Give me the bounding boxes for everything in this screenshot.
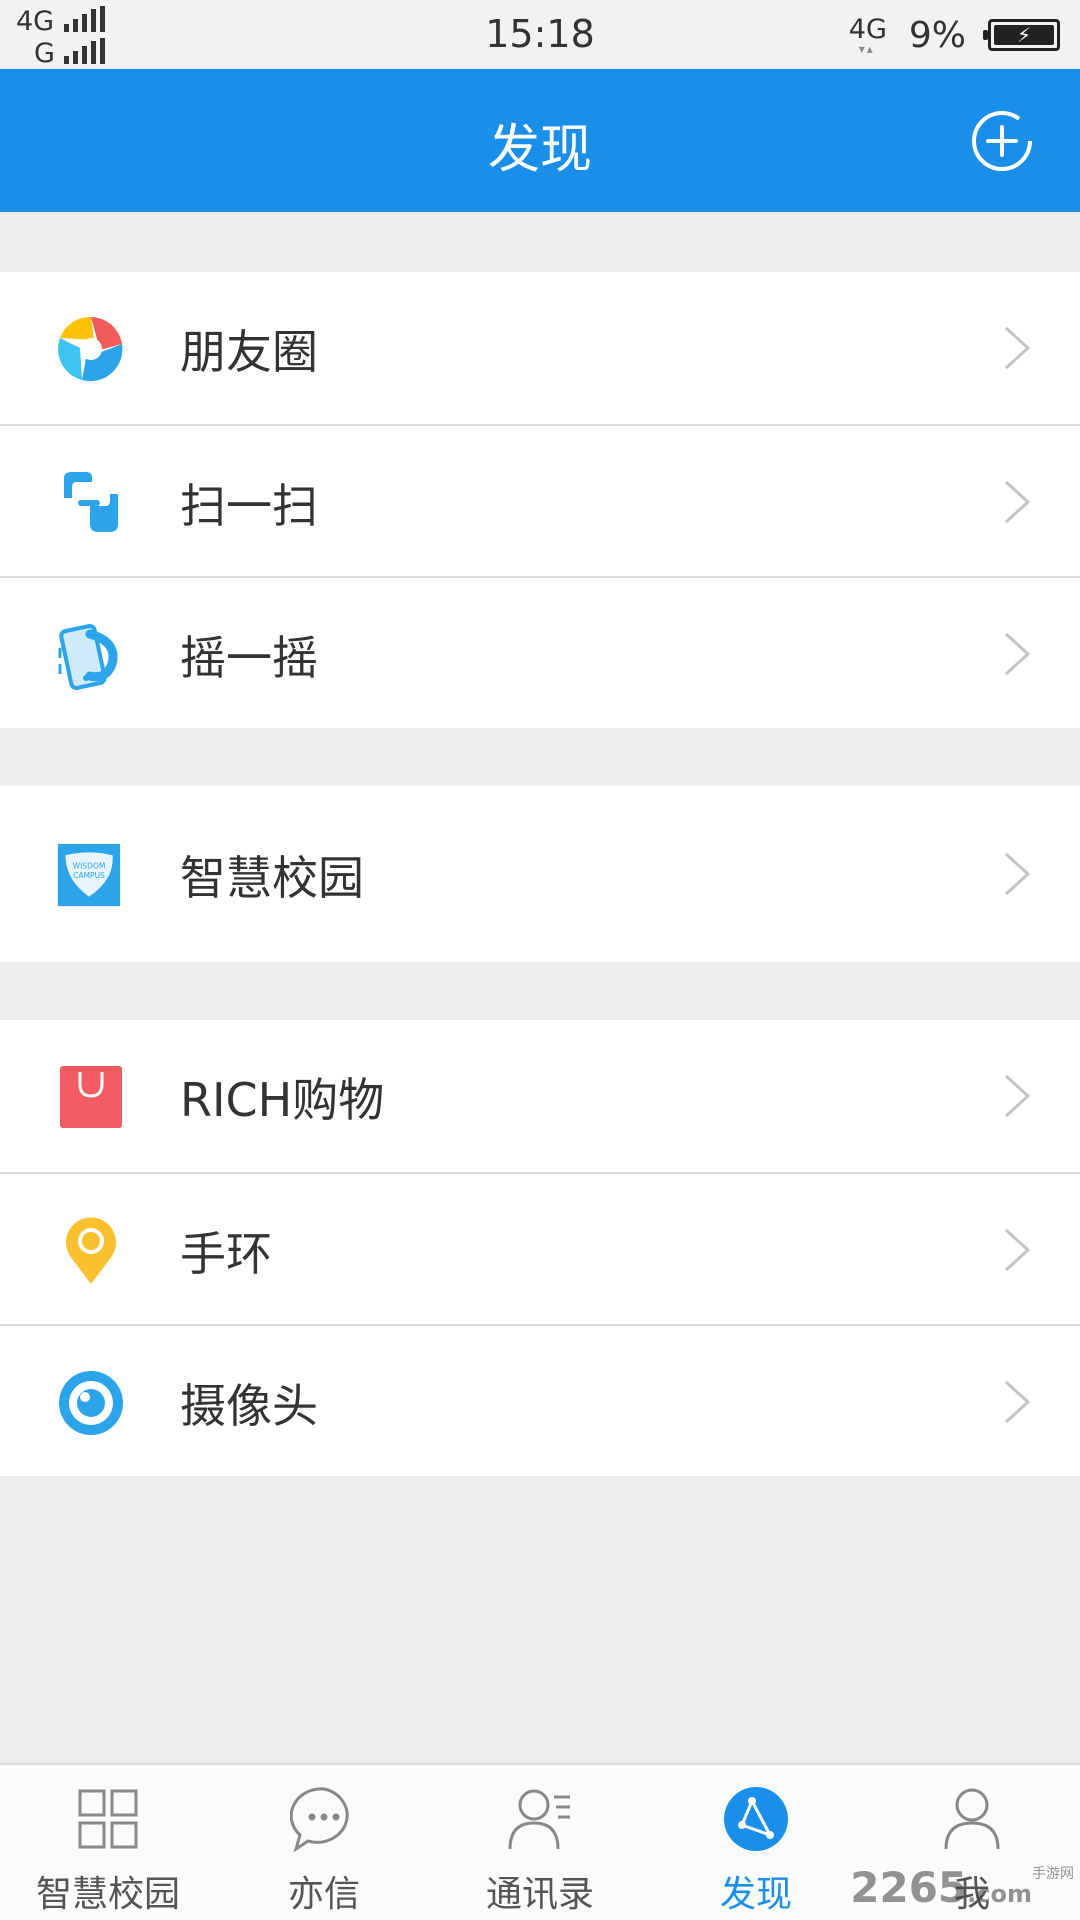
discover-icon bbox=[724, 1787, 788, 1851]
menu-item-label: 手环 bbox=[180, 1227, 272, 1281]
menu-item-wisdom-campus[interactable]: WISDOM CAMPUS 智慧校园 bbox=[0, 786, 1080, 962]
chevron-right-icon bbox=[1004, 1228, 1031, 1272]
menu-item-label: 摇一摇 bbox=[180, 631, 318, 685]
chevron-right-icon bbox=[1004, 480, 1031, 524]
battery-charging-icon: ⚡ bbox=[983, 19, 1060, 51]
data-network-indicator: 4G ▾▴ bbox=[848, 13, 887, 56]
chevron-right-icon bbox=[1004, 1380, 1031, 1424]
header: 发现 bbox=[0, 69, 1080, 212]
menu-item-label: 智慧校园 bbox=[180, 851, 364, 905]
chevron-right-icon bbox=[1004, 326, 1031, 370]
tab-label: 智慧校园 bbox=[35, 1874, 180, 1915]
menu-item-camera[interactable]: 摄像头 bbox=[0, 1324, 1080, 1476]
chat-bubble-icon bbox=[290, 1787, 349, 1853]
scan-icon bbox=[64, 472, 118, 532]
chevron-right-icon bbox=[1004, 632, 1031, 676]
menu-item-label: RICH购物 bbox=[180, 1073, 385, 1127]
location-pin-icon bbox=[66, 1217, 116, 1284]
menu-item-label: 朋友圈 bbox=[180, 325, 318, 379]
tab-contacts[interactable]: 通讯录 bbox=[432, 1765, 648, 1920]
status-bar: 4G G 15:18 4G ▾▴ 9% ⚡ bbox=[0, 0, 1080, 69]
page-title: 发现 bbox=[487, 120, 592, 180]
menu-group-campus: WISDOM CAMPUS 智慧校园 bbox=[0, 786, 1080, 962]
menu-item-rich-shopping[interactable]: RICH购物 bbox=[0, 1020, 1080, 1172]
moments-icon bbox=[58, 316, 123, 382]
chevron-right-icon bbox=[1004, 1074, 1031, 1118]
menu-item-label: 摄像头 bbox=[180, 1379, 318, 1433]
menu-item-scan[interactable]: 扫一扫 bbox=[0, 424, 1080, 576]
svg-text:WISDOM: WISDOM bbox=[73, 861, 106, 870]
plus-circle-icon[interactable] bbox=[970, 109, 1034, 173]
wisdom-campus-icon: WISDOM CAMPUS bbox=[57, 843, 121, 907]
chevron-right-icon bbox=[1004, 852, 1031, 896]
grid-icon bbox=[78, 1789, 138, 1849]
tab-label: 亦信 bbox=[287, 1874, 360, 1915]
tab-label: 发现 bbox=[719, 1874, 792, 1915]
menu-item-wristband[interactable]: 手环 bbox=[0, 1172, 1080, 1324]
contacts-icon bbox=[508, 1789, 570, 1850]
bottom-tab-bar: 智慧校园 亦信 通讯录 发现 我 2265.com手游网 bbox=[0, 1763, 1080, 1920]
battery-percent: 9% bbox=[908, 14, 966, 56]
svg-text:CAMPUS: CAMPUS bbox=[73, 871, 105, 880]
shake-icon bbox=[58, 624, 118, 690]
tab-wisdom-campus[interactable]: 智慧校园 bbox=[0, 1765, 216, 1920]
menu-group-services: RICH购物 手环 摄像头 bbox=[0, 1020, 1080, 1476]
person-icon bbox=[944, 1788, 1000, 1850]
tab-discover[interactable]: 发现 bbox=[648, 1765, 864, 1920]
menu-item-shake[interactable]: 摇一摇 bbox=[0, 576, 1080, 728]
menu-group-social: 朋友圈 扫一扫 摇一摇 bbox=[0, 272, 1080, 728]
tab-label: 通讯录 bbox=[485, 1874, 594, 1915]
camera-eye-icon bbox=[59, 1371, 123, 1435]
shopping-bag-icon bbox=[60, 1066, 122, 1128]
tab-yixin[interactable]: 亦信 bbox=[216, 1765, 432, 1920]
menu-item-moments[interactable]: 朋友圈 bbox=[0, 272, 1080, 424]
watermark: 2265.com手游网 bbox=[850, 1863, 1074, 1912]
menu-item-label: 扫一扫 bbox=[180, 479, 318, 533]
